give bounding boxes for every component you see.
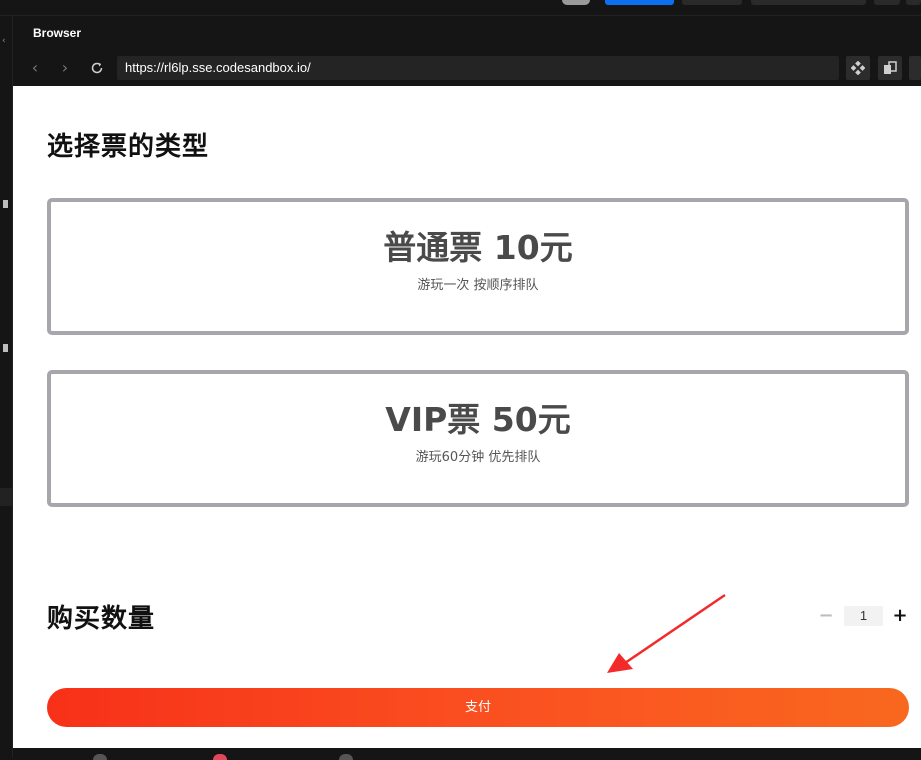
browser-panel-title: Browser: [33, 26, 82, 40]
preview-page: 选择票的类型 普通票 10元 游玩一次 按顺序排队 VIP票 50元 游玩60分…: [13, 86, 921, 748]
url-input[interactable]: https://rl6lp.sse.codesandbox.io/: [117, 56, 839, 80]
ticket-description: 游玩60分钟 优先排队: [415, 450, 541, 465]
ticket-name: VIP票 50元: [385, 400, 571, 439]
ticket-type-heading: 选择票的类型: [47, 132, 210, 162]
diamond-grid-glyph: [850, 60, 866, 76]
quantity-stepper: − 1 +: [817, 606, 909, 626]
editor-bottom-bar: [13, 748, 921, 760]
scroll-marker: [3, 200, 8, 208]
toolbar-button[interactable]: [874, 0, 900, 5]
status-indicator: [213, 754, 227, 760]
pay-button[interactable]: 支付: [47, 688, 909, 727]
toolbar-button[interactable]: [906, 0, 921, 5]
toolbar-button[interactable]: [751, 0, 866, 5]
back-arrow-icon[interactable]: ‹: [25, 58, 45, 78]
editor-row-highlight: [0, 488, 12, 506]
status-indicator: [93, 754, 107, 760]
avatar[interactable]: [562, 0, 590, 5]
editor-left-panel: ‹: [0, 16, 13, 757]
ticket-description: 游玩一次 按顺序排队: [417, 278, 539, 293]
decrement-button[interactable]: −: [817, 606, 835, 626]
status-indicator: [339, 754, 353, 760]
ticket-option-regular[interactable]: 普通票 10元 游玩一次 按顺序排队: [47, 198, 909, 335]
quantity-heading: 购买数量: [47, 604, 156, 634]
browser-panel-header: Browser: [13, 16, 921, 52]
open-new-window-icon[interactable]: [909, 56, 921, 80]
split-view-glyph: [884, 61, 897, 74]
annotation-arrow-icon: [607, 593, 726, 673]
primary-toolbar-button[interactable]: [605, 0, 674, 5]
editor-top-bar: [0, 0, 921, 16]
refresh-icon-glyph: [91, 62, 103, 74]
ticket-option-vip[interactable]: VIP票 50元 游玩60分钟 优先排队: [47, 370, 909, 507]
split-view-icon[interactable]: [878, 56, 902, 80]
scroll-marker: [3, 344, 8, 352]
refresh-icon[interactable]: [87, 58, 107, 78]
chevron-left-icon[interactable]: ‹: [2, 36, 6, 46]
quantity-input[interactable]: 1: [844, 606, 883, 626]
toolbar-button[interactable]: [682, 0, 742, 5]
increment-button[interactable]: +: [891, 606, 909, 626]
ticket-name: 普通票 10元: [383, 228, 573, 267]
devtools-icon[interactable]: [846, 56, 870, 80]
forward-arrow-icon[interactable]: ›: [55, 58, 75, 78]
browser-navigation-bar: ‹ › https://rl6lp.sse.codesandbox.io/: [13, 52, 921, 86]
